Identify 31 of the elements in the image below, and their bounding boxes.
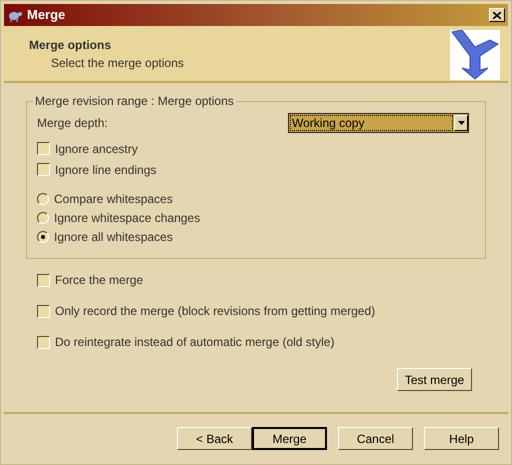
window-title: Merge [27, 6, 66, 24]
option-label: Compare whitespaces [54, 190, 173, 208]
checkbox[interactable] [37, 142, 50, 155]
dialog-button[interactable]: < Back [177, 427, 252, 450]
radio-button[interactable] [37, 230, 49, 242]
checkbox[interactable] [37, 336, 50, 348]
radio-button[interactable] [37, 212, 49, 224]
group-title: Merge revision range : Merge options [33, 94, 236, 109]
checkbox[interactable] [37, 163, 50, 176]
dialog-button[interactable]: Cancel [338, 427, 413, 450]
checkbox[interactable] [37, 274, 50, 286]
option-label: Ignore whitespace changes [54, 210, 200, 226]
checkbox[interactable] [37, 304, 50, 318]
field-label: Merge depth: [37, 115, 108, 132]
dropdown-arrow-icon [458, 121, 464, 125]
page-subtitle: Select the merge options [50, 55, 184, 72]
dialog-button[interactable]: Help [424, 427, 499, 450]
option-label: Only record the merge (block revisions from getting merged) [55, 303, 376, 320]
dialog-button[interactable]: Test merge [397, 368, 472, 391]
close-button[interactable] [489, 8, 505, 22]
option-label: Ignore all whitespaces [54, 228, 173, 246]
dialog-button[interactable]: Merge [252, 427, 327, 450]
option-label: Ignore ancestry [55, 140, 138, 158]
radio-button[interactable] [37, 192, 49, 204]
merge-arrow-icon [450, 30, 500, 80]
option-label: Ignore line endings [55, 162, 156, 178]
option-label: Force the merge [55, 272, 144, 289]
page-title: Merge options [29, 37, 112, 54]
close-icon [493, 12, 501, 18]
depth-dropdown[interactable]: Working copy [288, 113, 469, 133]
option-label: Do reintegrate instead of automatic merge (old style) [55, 334, 334, 351]
